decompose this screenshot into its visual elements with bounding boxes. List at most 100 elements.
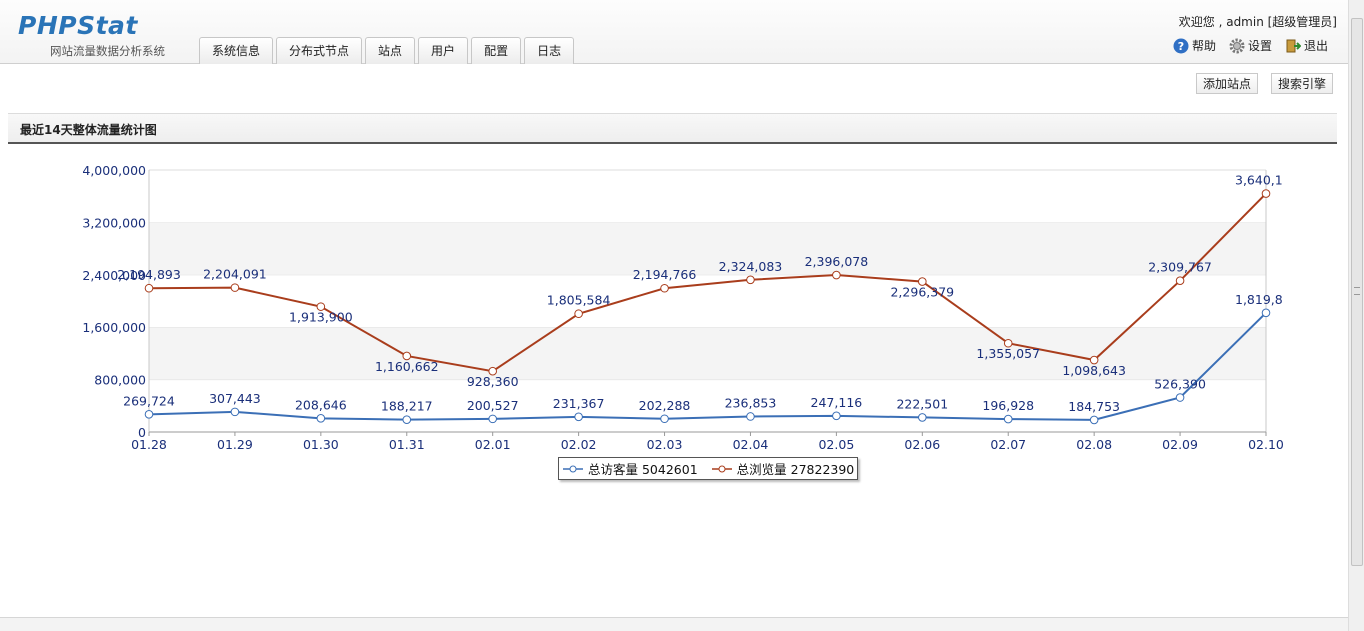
vertical-scrollbar[interactable] (1348, 0, 1364, 631)
x-tick-label: 02.03 (647, 437, 683, 452)
tab-sites[interactable]: 站点 (365, 37, 416, 64)
x-tick-label: 02.02 (561, 437, 597, 452)
x-tick-label: 01.28 (131, 437, 167, 452)
data-label: 2,194,766 (633, 267, 697, 282)
y-tick-label: 3,200,000 (82, 215, 146, 230)
x-tick-label: 01.30 (303, 437, 339, 452)
scrollbar-grip (1354, 287, 1360, 295)
data-point (746, 412, 755, 421)
data-label: 3,640,1 (1235, 173, 1283, 188)
x-tick-label: 01.29 (217, 437, 253, 452)
data-label: 2,309,767 (1148, 260, 1212, 275)
data-label: 2,204,091 (203, 267, 267, 282)
top-header: PHPStat 网站流量数据分析系统 系统信息 分布式节点 站点 用户 配置 日… (0, 0, 1348, 64)
data-label: 269,724 (123, 393, 175, 408)
x-tick-label: 02.09 (1162, 437, 1198, 452)
data-point (660, 414, 669, 424)
logout-label: 退出 (1303, 39, 1328, 53)
tab-logs[interactable]: 日志 (524, 37, 575, 64)
search-engine-button[interactable]: 搜索引擎 (1270, 73, 1333, 94)
data-point (1089, 415, 1099, 425)
add-site-button[interactable]: 添加站点 (1195, 73, 1258, 94)
data-point (144, 410, 154, 419)
data-point (832, 411, 841, 421)
data-label: 1,913,900 (289, 310, 353, 325)
data-label: 928,360 (467, 374, 519, 389)
data-label: 247,116 (811, 395, 863, 410)
data-point (574, 309, 583, 319)
main-nav: 系统信息 分布式节点 站点 用户 配置 日志 (199, 37, 577, 64)
panel-title: 最近14天整体流量统计图 (20, 123, 157, 137)
data-label: 202,288 (639, 398, 691, 413)
app-window: PHPStat 网站流量数据分析系统 系统信息 分布式节点 站点 用户 配置 日… (0, 0, 1364, 631)
data-point (488, 414, 497, 424)
settings-label: 设置 (1247, 39, 1272, 53)
panel-header: 最近14天整体流量统计图 (8, 113, 1337, 144)
data-point (1175, 276, 1185, 286)
data-label: 2,324,083 (719, 259, 783, 274)
data-point (832, 270, 841, 280)
top-links: ? 帮助 设置 退出 (1160, 37, 1328, 54)
data-point (402, 415, 412, 424)
x-tick-label: 01.31 (389, 437, 425, 452)
data-label: 222,501 (896, 396, 948, 411)
logout-link[interactable]: 退出 (1285, 37, 1328, 54)
x-tick-label: 02.05 (818, 437, 854, 452)
x-tick-label: 02.04 (733, 437, 769, 452)
data-point (144, 283, 154, 293)
x-tick-label: 02.06 (904, 437, 940, 452)
x-tick-label: 02.01 (475, 437, 511, 452)
svg-text:?: ? (1178, 40, 1184, 53)
data-label: 526,390 (1154, 377, 1206, 392)
data-point (230, 407, 240, 417)
x-tick-label: 02.07 (990, 437, 1026, 452)
scrollbar-thumb[interactable] (1351, 18, 1363, 566)
data-label: 2,296,379 (890, 285, 954, 300)
data-label: 1,098,643 (1062, 363, 1126, 378)
data-label: 208,646 (295, 397, 347, 412)
tab-config[interactable]: 配置 (471, 37, 522, 64)
data-point (1175, 393, 1185, 402)
y-tick-label: 1,600,000 (82, 320, 146, 335)
logo-subtitle: 网站流量数据分析系统 (50, 44, 165, 58)
action-bar: 添加站点 搜索引擎 (1183, 73, 1333, 94)
legend-item-pageviews[interactable]: 总浏览量 27822390 (711, 459, 854, 478)
tab-users[interactable]: 用户 (418, 37, 469, 64)
grid-band (149, 222, 1266, 275)
tab-system-info[interactable]: 系统信息 (199, 37, 274, 64)
help-icon: ? (1173, 38, 1189, 53)
x-tick-label: 02.08 (1076, 437, 1112, 452)
data-label: 1,819,8 (1235, 292, 1283, 307)
help-link[interactable]: ? 帮助 (1173, 37, 1216, 54)
tab-distributed-nodes[interactable]: 分布式节点 (276, 37, 363, 64)
traffic-line-chart: 0800,0001,600,0002,400,0003,200,0004,000… (82, 163, 1284, 452)
chart-legend: 总访客量 5042601 总浏览量 27822390 (558, 457, 858, 480)
data-label: 307,443 (209, 391, 261, 406)
data-label: 188,217 (381, 399, 433, 414)
data-label: 1,160,662 (375, 359, 439, 374)
data-point (230, 283, 240, 292)
y-tick-label: 4,000,000 (82, 163, 146, 178)
y-tick-label: 800,000 (94, 373, 146, 388)
data-point (660, 283, 669, 293)
logo-text: PHPStat (18, 11, 138, 40)
legend-label-visits: 总访客量 5042601 (588, 462, 698, 477)
settings-link[interactable]: 设置 (1229, 37, 1272, 54)
x-tick-label: 02.10 (1248, 437, 1284, 452)
gear-icon (1229, 38, 1245, 53)
logout-icon (1286, 39, 1301, 52)
data-label: 1,355,057 (976, 346, 1040, 361)
logo[interactable]: PHPStat 网站流量数据分析系统 (18, 11, 165, 59)
data-point (746, 275, 755, 285)
data-label: 2,194,893 (117, 267, 181, 282)
legend-marker-pageviews (711, 465, 732, 472)
footer-bar (0, 617, 1348, 631)
help-label: 帮助 (1191, 39, 1216, 53)
legend-item-visits[interactable]: 总访客量 5042601 (563, 459, 698, 478)
data-point (1261, 189, 1271, 198)
data-label: 236,853 (725, 395, 777, 410)
data-label: 200,527 (467, 398, 519, 413)
data-point (316, 414, 326, 423)
data-point (1003, 414, 1013, 424)
welcome-text: 欢迎您 , admin [超级管理员] (1178, 15, 1337, 29)
